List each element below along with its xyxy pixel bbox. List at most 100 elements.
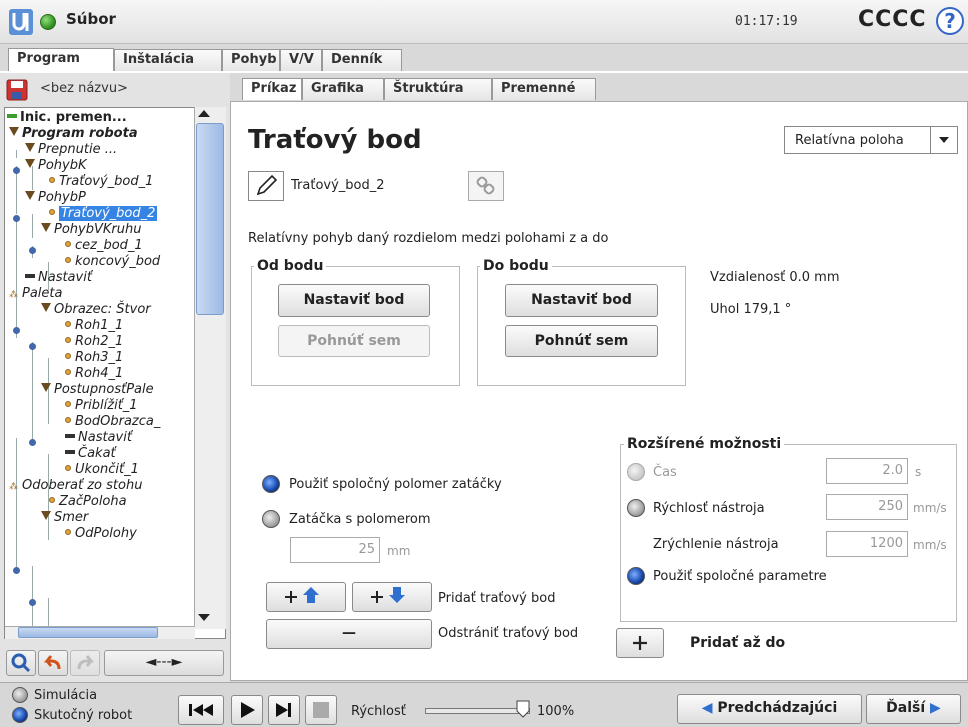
search-button[interactable] xyxy=(6,650,36,676)
tree-item[interactable]: OdPolohy xyxy=(65,526,137,542)
tree-item[interactable]: PohybP xyxy=(25,190,86,206)
tab-log[interactable]: Denník xyxy=(322,49,402,71)
search-icon xyxy=(11,653,31,673)
chevron-down-icon[interactable] xyxy=(930,127,957,153)
time-radio[interactable] xyxy=(627,463,645,481)
move-to-to-point-button[interactable]: Pohnúť sem xyxy=(505,325,658,357)
tool-accel-unit: mm/s xyxy=(913,538,947,552)
add-waypoint-before-button[interactable] xyxy=(266,582,346,612)
tab-command[interactable]: Príkaz xyxy=(242,78,302,100)
tree-item[interactable]: ⁂ Odoberať zo stohu xyxy=(9,478,142,495)
tree-item[interactable]: Roh1_1 xyxy=(65,318,123,334)
tree-item[interactable]: BodObrazca_ xyxy=(65,414,160,430)
tree-item[interactable]: PostupnosťPale xyxy=(41,382,154,398)
scrollbar-thumb[interactable] xyxy=(18,627,158,638)
simulation-radio[interactable] xyxy=(12,687,28,703)
speed-slider-track[interactable] xyxy=(425,708,530,714)
scrollbar-thumb[interactable] xyxy=(196,123,224,315)
blend-radius-label: Zatáčka s polomerom xyxy=(289,512,431,527)
set-to-point-button[interactable]: Nastaviť bod xyxy=(505,284,658,317)
previous-button[interactable]: ◀ Predchádzajúci xyxy=(677,694,862,724)
tree-item[interactable]: PohybK xyxy=(25,158,87,174)
redo-button[interactable] xyxy=(70,650,100,676)
blend-radius-input[interactable]: 25 xyxy=(290,537,380,563)
tab-move[interactable]: Pohyb xyxy=(222,49,280,71)
add-before-icon xyxy=(285,587,319,603)
rewind-button[interactable] xyxy=(178,695,224,725)
tab-installation[interactable]: Inštalácia xyxy=(114,49,222,71)
ur-logo-icon xyxy=(9,9,33,35)
to-point-title: Do bodu xyxy=(480,258,552,274)
tree-item[interactable]: Traťový_bod_1 xyxy=(49,174,153,190)
tree-item[interactable]: ⁂ Paleta xyxy=(9,286,62,303)
tree-item[interactable]: ZačPoloha xyxy=(49,494,127,510)
shared-params-label: Použiť spoločné parametre xyxy=(653,569,827,584)
tree-item[interactable]: Priblížiť_1 xyxy=(65,398,138,414)
blend-radius-radio[interactable] xyxy=(262,510,280,528)
angle-readout: Uhol 179,1 ° xyxy=(710,302,792,317)
stop-icon xyxy=(313,702,329,718)
rename-waypoint-button[interactable] xyxy=(248,171,284,201)
add-waypoint-label: Pridať traťový bod xyxy=(438,591,556,606)
tool-speed-input[interactable]: 250 xyxy=(826,494,908,520)
tree-item[interactable]: Program robota xyxy=(9,126,138,142)
tree-item[interactable]: Čakať xyxy=(65,446,116,462)
time-input[interactable]: 2.0 xyxy=(826,458,908,484)
tab-variables[interactable]: Premenné xyxy=(492,78,596,100)
tree-item[interactable]: Ukončiť_1 xyxy=(65,462,139,478)
add-waypoint-after-button[interactable] xyxy=(352,582,432,612)
tree-item[interactable]: koncový_bod xyxy=(65,254,160,270)
tree-item[interactable]: Nastaviť xyxy=(25,270,92,286)
remove-waypoint-label: Odstrániť traťový bod xyxy=(438,626,579,641)
move-node-button[interactable]: ◄---► xyxy=(104,650,224,676)
set-from-point-button[interactable]: Nastaviť bod xyxy=(278,284,430,317)
next-button[interactable]: Ďalší ▶ xyxy=(866,694,961,724)
tree-item[interactable]: Nastaviť xyxy=(65,430,132,446)
tree-item[interactable]: cez_bod_1 xyxy=(65,238,143,254)
from-point-title: Od bodu xyxy=(254,258,327,274)
plus-icon xyxy=(633,636,647,650)
tab-io[interactable]: V/V xyxy=(280,49,322,71)
undo-button[interactable] xyxy=(38,650,68,676)
add-after-icon xyxy=(371,587,405,603)
tree-item[interactable]: Inic. premen... xyxy=(7,110,127,126)
shared-blend-radio[interactable] xyxy=(262,475,280,493)
distance-readout: Vzdialenosť 0.0 mm xyxy=(710,270,840,285)
scroll-down-icon[interactable] xyxy=(198,614,210,621)
tree-item[interactable]: Roh4_1 xyxy=(65,366,123,382)
shared-params-radio[interactable] xyxy=(627,567,645,585)
remove-waypoint-button[interactable]: — xyxy=(266,619,432,649)
real-robot-radio[interactable] xyxy=(12,707,28,723)
add-until-button[interactable] xyxy=(616,628,664,658)
tree-item[interactable]: Roh3_1 xyxy=(65,350,123,366)
file-menu[interactable]: Súbor xyxy=(66,10,116,28)
help-icon[interactable]: ? xyxy=(936,7,964,35)
tool-speed-radio[interactable] xyxy=(627,499,645,517)
step-button[interactable] xyxy=(268,695,300,725)
link-waypoint-button[interactable] xyxy=(468,171,504,201)
tab-program[interactable]: Program xyxy=(8,48,114,72)
tree-item[interactable]: Smer xyxy=(41,510,88,526)
tree-item[interactable]: PohybVKruhu xyxy=(41,222,141,238)
link-icon xyxy=(476,176,495,195)
move-to-from-point-button[interactable]: Pohnúť sem xyxy=(278,325,430,357)
save-icon[interactable] xyxy=(6,79,28,101)
tab-structure[interactable]: Štruktúra xyxy=(384,78,492,100)
robot-status-icon xyxy=(40,14,56,30)
play-button[interactable] xyxy=(231,695,263,725)
time-label: Čas xyxy=(653,465,677,480)
arrow-left-icon: ◀ xyxy=(701,700,718,716)
tree-item-selected[interactable]: Traťový_bod_2 xyxy=(49,206,158,222)
tab-graphics[interactable]: Grafika xyxy=(302,78,384,100)
scroll-up-icon[interactable] xyxy=(198,110,210,117)
tree-item[interactable]: Roh2_1 xyxy=(65,334,123,350)
speed-slider-handle[interactable] xyxy=(516,700,530,718)
tool-accel-input[interactable]: 1200 xyxy=(826,531,908,557)
program-tree[interactable]: Inic. premen... Program robota Prepnutie… xyxy=(4,107,226,639)
tree-item[interactable]: Obrazec: Štvor xyxy=(41,302,151,318)
stop-button[interactable] xyxy=(305,695,337,725)
tree-item[interactable]: Prepnutie ... xyxy=(25,142,117,158)
skip-back-icon xyxy=(189,704,213,716)
shared-blend-label: Použiť spoločný polomer zatáčky xyxy=(289,477,502,492)
tool-accel-label: Zrýchlenie nástroja xyxy=(653,537,779,552)
